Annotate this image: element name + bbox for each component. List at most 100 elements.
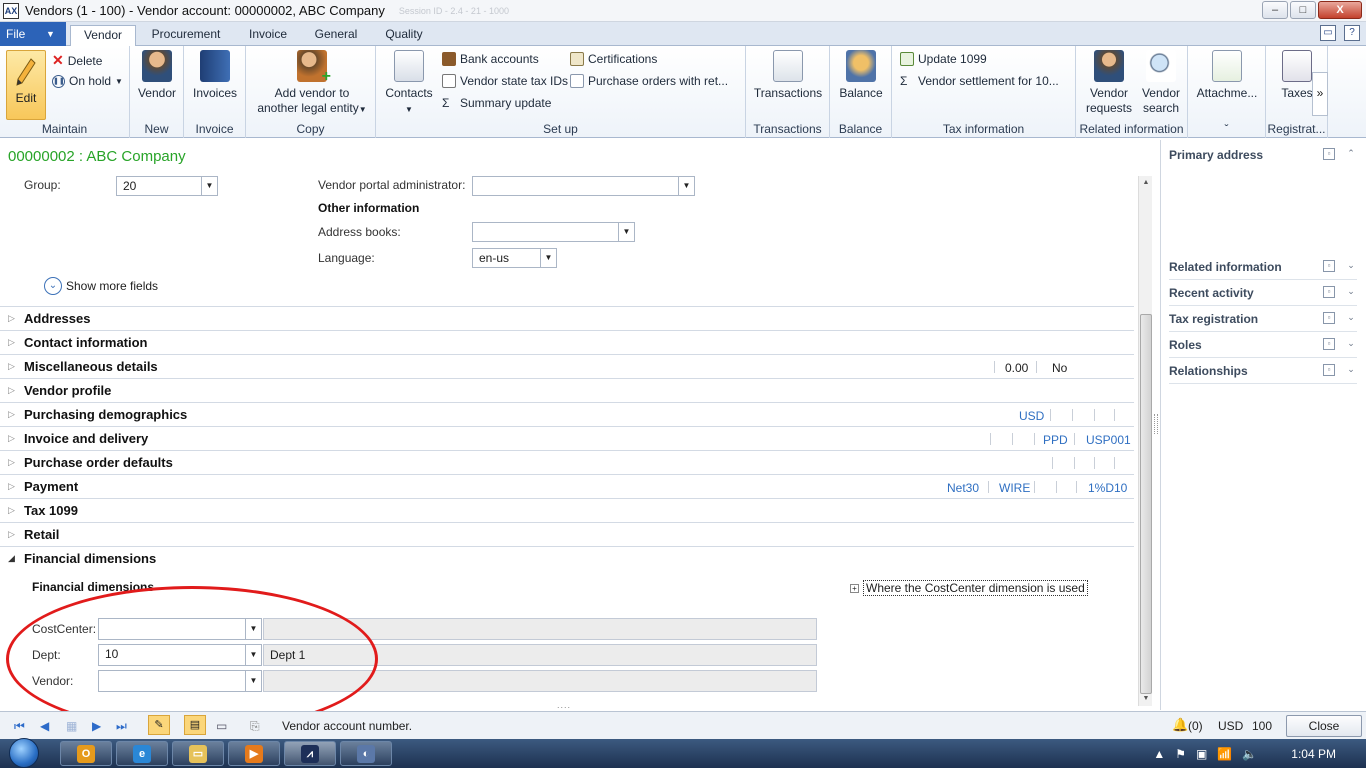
fasttab-financial-dimensions[interactable]: ◢ Financial dimensions [0,546,1134,570]
fasttab-purchasing-demographics[interactable]: ▷ Purchasing demographics USD [0,402,1134,426]
help-icon[interactable]: ? [1344,25,1360,41]
fasttab-vendor-profile[interactable]: ▷ Vendor profile [0,378,1134,402]
chevron-down-icon[interactable]: ⌄ [1345,338,1357,350]
tab-procurement[interactable]: Procurement [140,25,232,46]
scroll-thumb[interactable] [1140,314,1152,694]
new-vendor-button[interactable]: Vendor [134,50,180,101]
dropdown-arrow-icon[interactable]: ▼ [245,619,261,639]
fasttab-addresses[interactable]: ▷ Addresses [0,306,1134,330]
network-signal-icon[interactable]: 📶 [1217,747,1232,761]
file-tab[interactable]: File ▼ [0,22,66,46]
taskbar-internet-explorer[interactable]: e [116,741,168,766]
dropdown-arrow-icon[interactable]: ▼ [618,223,634,241]
factbox-settings-icon[interactable]: ▫ [1323,286,1335,298]
certifications-button[interactable]: Certifications [570,52,657,66]
status-currency[interactable]: USD [1218,719,1243,733]
scroll-up-icon[interactable]: ▲ [1139,176,1153,190]
transactions-button[interactable]: Transactions [750,50,826,101]
tab-quality[interactable]: Quality [372,25,436,46]
notifications-bell-icon[interactable]: 🔔 [1172,717,1188,733]
resize-grip[interactable]: .... [557,700,571,710]
chevron-down-icon[interactable]: ⌄ [1345,286,1357,298]
fasttab-retail[interactable]: ▷ Retail [0,522,1134,546]
vendor-requests-button[interactable]: Vendor requests [1080,50,1138,116]
ribbon-more-chevron-icon[interactable]: » [1312,72,1328,116]
factbox-settings-icon[interactable]: ▫ [1323,364,1335,376]
factbox-settings-icon[interactable]: ▫ [1323,260,1335,272]
contacts-button[interactable]: Contacts ▼ [382,50,436,117]
dropdown-arrow-icon[interactable]: ▼ [201,177,217,195]
factbox-primary-address[interactable]: Primary address ▫ ⌃ [1169,144,1357,168]
group-field[interactable]: 20 ▼ [116,176,218,196]
minimize-button[interactable]: – [1262,1,1288,19]
dynamics-app-icon[interactable]: AX [3,2,19,19]
address-books-field[interactable]: ▼ [472,222,635,242]
factbox-settings-icon[interactable]: ▫ [1323,338,1335,350]
tab-general[interactable]: General [304,25,368,46]
vendor-settlement-1099-button[interactable]: Σ Vendor settlement for 10... [900,74,1059,88]
attachment-clip-icon[interactable]: ⎘ [250,719,260,734]
tab-invoice[interactable]: Invoice [236,25,300,46]
vendor-search-button[interactable]: Vendor search [1138,50,1184,116]
vendor-dimension-field[interactable]: ▼ [98,670,262,692]
notifications-count[interactable]: (0) [1188,719,1203,733]
next-record-icon[interactable]: ▶ [92,719,101,733]
vendor-state-tax-ids-button[interactable]: Vendor state tax IDs [442,74,568,88]
clock-time[interactable]: 1:04 PM [1291,747,1336,761]
show-hidden-icons-arrow[interactable]: ▲ [1153,747,1165,761]
pane-splitter[interactable] [1154,414,1158,434]
scroll-down-icon[interactable]: ▼ [1139,692,1153,706]
taskbar-outlook[interactable]: O [60,741,112,766]
delete-button[interactable]: ✕ Delete [52,52,102,69]
factbox-settings-icon[interactable]: ▫ [1323,148,1335,160]
edit-button[interactable]: Edit [6,50,46,120]
taskbar-dynamics-ax[interactable]: ⩘ [284,741,336,766]
fasttab-payment[interactable]: ▷ Payment Net30 WIRE 1%D10 [0,474,1134,498]
add-vendor-legal-entity-button[interactable]: + Add vendor to another legal entity▼ [252,50,372,117]
summary-update-button[interactable]: Σ Summary update [442,96,551,110]
device-icon[interactable]: ▣ [1196,747,1207,761]
language-field[interactable]: en-us ▼ [472,248,557,268]
dropdown-arrow-icon[interactable]: ▼ [678,177,694,195]
fasttab-purchase-order-defaults[interactable]: ▷ Purchase order defaults [0,450,1134,474]
dropdown-arrow-icon[interactable]: ▼ [245,645,261,665]
bank-accounts-button[interactable]: Bank accounts [442,52,539,66]
chevron-down-icon[interactable]: ⌄ [1345,312,1357,324]
details-view-icon[interactable]: ▤ [184,715,206,735]
chevron-down-icon[interactable]: ⌄ [1345,364,1357,376]
vendor-portal-admin-field[interactable]: ▼ [472,176,695,196]
close-window-button[interactable]: X [1318,1,1362,19]
first-record-icon[interactable]: ⏮ [14,719,25,734]
content-vertical-scrollbar[interactable]: ▲ ▼ [1138,176,1152,706]
group-label-attachments[interactable]: ˇ [1188,122,1265,136]
chevron-up-icon[interactable]: ⌃ [1345,148,1357,160]
maximize-button[interactable]: □ [1290,1,1316,19]
factbox-settings-icon[interactable]: ▫ [1323,312,1335,324]
action-center-flag-icon[interactable]: ⚑ [1175,747,1186,761]
previous-record-icon[interactable]: ◀ [40,719,49,733]
factbox-roles[interactable]: Roles ▫ ⌄ [1169,334,1357,358]
show-more-fields-button[interactable]: ⌄ Show more fields [44,277,158,295]
edit-mode-icon[interactable]: ✎ [148,715,170,735]
attachments-button[interactable]: Attachme... [1192,50,1262,101]
factbox-related-information[interactable]: Related information ▫ ⌄ [1169,256,1357,280]
update-1099-button[interactable]: Update 1099 [900,52,987,66]
factbox-recent-activity[interactable]: Recent activity ▫ ⌄ [1169,282,1357,306]
factbox-tax-registration[interactable]: Tax registration ▫ ⌄ [1169,308,1357,332]
layout-icon[interactable]: ▭ [1320,25,1336,41]
factbox-relationships[interactable]: Relationships ▫ ⌄ [1169,360,1357,384]
fasttab-miscellaneous-details[interactable]: ▷ Miscellaneous details 0.00 No [0,354,1134,378]
fasttab-tax-1099[interactable]: ▷ Tax 1099 [0,498,1134,522]
dept-field[interactable]: 10 ▼ [98,644,262,666]
tab-vendor[interactable]: Vendor [70,25,136,46]
taskbar-explorer[interactable]: ▭ [172,741,224,766]
where-used-link[interactable]: + Where the CostCenter dimension is used [850,580,1088,596]
dropdown-arrow-icon[interactable]: ▼ [245,671,261,691]
fasttab-contact-information[interactable]: ▷ Contact information [0,330,1134,354]
balance-button[interactable]: Balance [834,50,888,101]
last-record-icon[interactable]: ⏭ [116,719,127,734]
taskbar-media-player[interactable]: ▶ [228,741,280,766]
fasttab-invoice-and-delivery[interactable]: ▷ Invoice and delivery PPD USP001 [0,426,1134,450]
dropdown-arrow-icon[interactable]: ▼ [540,249,556,267]
on-hold-button[interactable]: ❚❚ On hold ▼ [52,74,123,88]
